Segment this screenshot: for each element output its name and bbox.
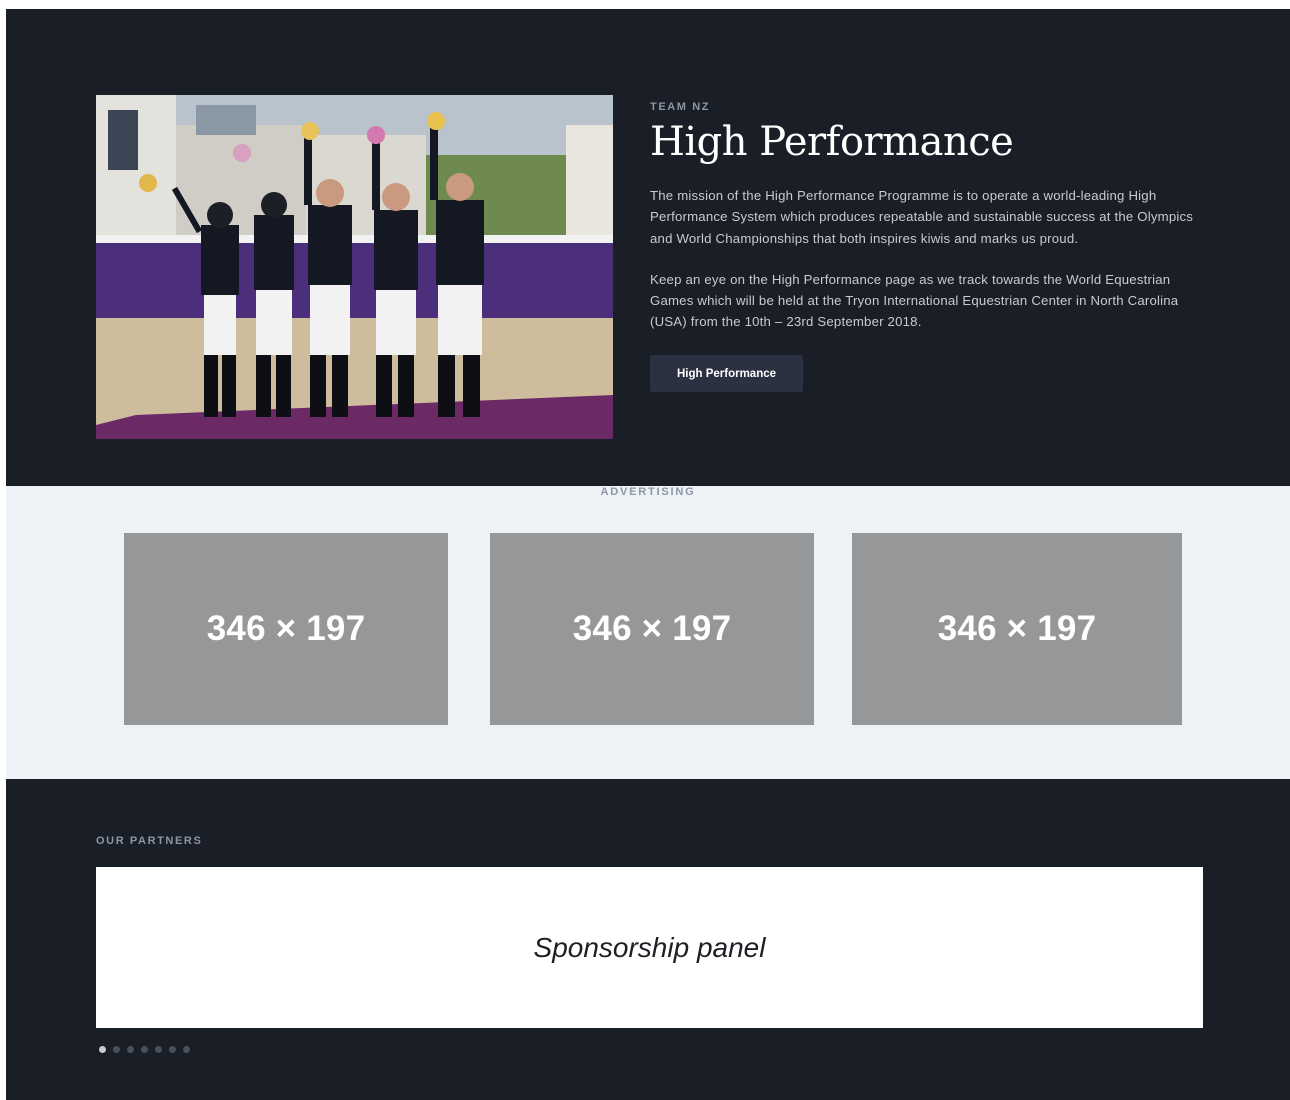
carousel-dot-6[interactable] [169,1046,176,1053]
mission-paragraph: The mission of the High Performance Prog… [650,188,1194,246]
ad-slot-3[interactable]: 346 × 197 [852,533,1182,725]
sponsorship-panel[interactable]: Sponsorship panel [96,867,1203,1028]
section-eyebrow: TEAM NZ [650,101,711,113]
ad-slot-1[interactable]: 346 × 197 [124,533,448,725]
team-photo [96,95,613,439]
high-performance-section: TEAM NZ High Performance The mission of … [6,9,1290,486]
carousel-dot-2[interactable] [113,1046,120,1053]
ad-slot-size-label: 346 × 197 [937,609,1097,648]
ad-slot-size-label: 346 × 197 [572,609,732,648]
carousel-dot-3[interactable] [127,1046,134,1053]
carousel-dot-4[interactable] [141,1046,148,1053]
carousel-dot-1[interactable] [99,1046,106,1053]
advertising-label: ADVERTISING [600,486,696,498]
carousel-dots [99,1046,190,1053]
carousel-dot-5[interactable] [155,1046,162,1053]
advertising-section: ADVERTISING 346 × 197 346 × 197 346 × 19… [6,486,1290,779]
page-title: High Performance [650,119,1014,165]
high-performance-button[interactable]: High Performance [650,354,803,392]
games-paragraph: Keep an eye on the High Performance page… [650,271,1179,330]
ad-slot-size-label: 346 × 197 [206,609,366,648]
page-frame: TEAM NZ High Performance The mission of … [6,9,1290,1100]
partners-label: OUR PARTNERS [96,835,203,847]
hero-text-block: TEAM NZ High Performance The mission of … [650,101,1210,392]
partners-section: OUR PARTNERS Sponsorship panel [6,779,1290,1100]
carousel-dot-7[interactable] [183,1046,190,1053]
ad-slot-2[interactable]: 346 × 197 [490,533,814,725]
sponsorship-panel-text: Sponsorship panel [533,931,766,963]
